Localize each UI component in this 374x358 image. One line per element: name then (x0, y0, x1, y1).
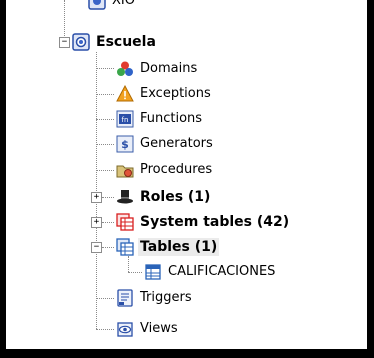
tree-line (96, 329, 114, 330)
tree-node-label: Views (140, 321, 178, 336)
svg-text:$: $ (121, 138, 129, 151)
expand-toggle[interactable]: + (91, 217, 102, 228)
tree-node-calificaciones[interactable]: CALIFICACIONES (144, 261, 277, 283)
tree-line (96, 298, 114, 299)
tree-node-procedures[interactable]: Procedures (116, 159, 214, 181)
tree-line (96, 144, 114, 145)
database-icon (88, 0, 106, 10)
tree-line (102, 247, 114, 248)
tree-node-roles[interactable]: Roles (1) (116, 186, 212, 208)
domains-icon (116, 60, 134, 78)
trigger-icon (116, 289, 134, 307)
collapse-toggle[interactable]: − (91, 242, 102, 253)
tree-node-system-tables[interactable]: System tables (42) (116, 211, 291, 233)
tree-node-tables[interactable]: Tables (1) (116, 236, 220, 258)
database-tree-panel: XIO − Escuela Domains Exceptions fn Func… (6, 0, 367, 349)
tree-line (96, 119, 114, 120)
tree-node-generators[interactable]: $ Generators (116, 133, 215, 155)
tree-node-triggers[interactable]: Triggers (116, 287, 194, 309)
expand-toggle[interactable]: + (91, 192, 102, 203)
tree-node-functions[interactable]: fn Functions (116, 108, 204, 130)
view-icon (116, 320, 134, 338)
tree-node-label: Triggers (140, 290, 192, 305)
function-icon: fn (116, 110, 134, 128)
top-hat-icon (116, 188, 134, 206)
tree-line (128, 272, 142, 273)
tree-node-escuela[interactable]: Escuela (72, 31, 158, 53)
tree-node-label: Escuela (96, 34, 156, 50)
tree-node-label: Domains (140, 61, 198, 76)
tree-node-label: Functions (140, 111, 203, 126)
tables-icon (116, 238, 134, 256)
tree-node-label: System tables (42) (140, 214, 290, 230)
tree-node-label: Roles (1) (140, 189, 211, 205)
tree-node-label: Generators (140, 136, 213, 151)
tree-node-label: Tables (1) (138, 238, 220, 256)
database-icon (72, 33, 90, 51)
tree-node-domains[interactable]: Domains (116, 58, 199, 80)
tree-line (128, 256, 129, 272)
tree-line (96, 170, 114, 171)
tree-node-label: XIO (112, 0, 135, 8)
svg-text:fn: fn (122, 116, 129, 124)
tree-line (96, 94, 114, 95)
warning-icon (116, 85, 134, 103)
tree-node-label: Exceptions (140, 86, 211, 101)
tree-line (102, 197, 114, 198)
tree-node-partial[interactable]: XIO (88, 0, 137, 12)
tree-node-views[interactable]: Views (116, 318, 180, 340)
tree-line (64, 0, 65, 42)
generator-icon: $ (116, 135, 134, 153)
tree-node-exceptions[interactable]: Exceptions (116, 83, 213, 105)
procedure-icon (116, 161, 134, 179)
tree-node-label: Procedures (140, 162, 213, 177)
collapse-toggle[interactable]: − (59, 37, 70, 48)
system-tables-icon (116, 213, 134, 231)
tree-line (102, 222, 114, 223)
tree-node-label: CALIFICACIONES (168, 264, 276, 279)
table-icon (144, 263, 162, 281)
tree-line (96, 68, 114, 69)
